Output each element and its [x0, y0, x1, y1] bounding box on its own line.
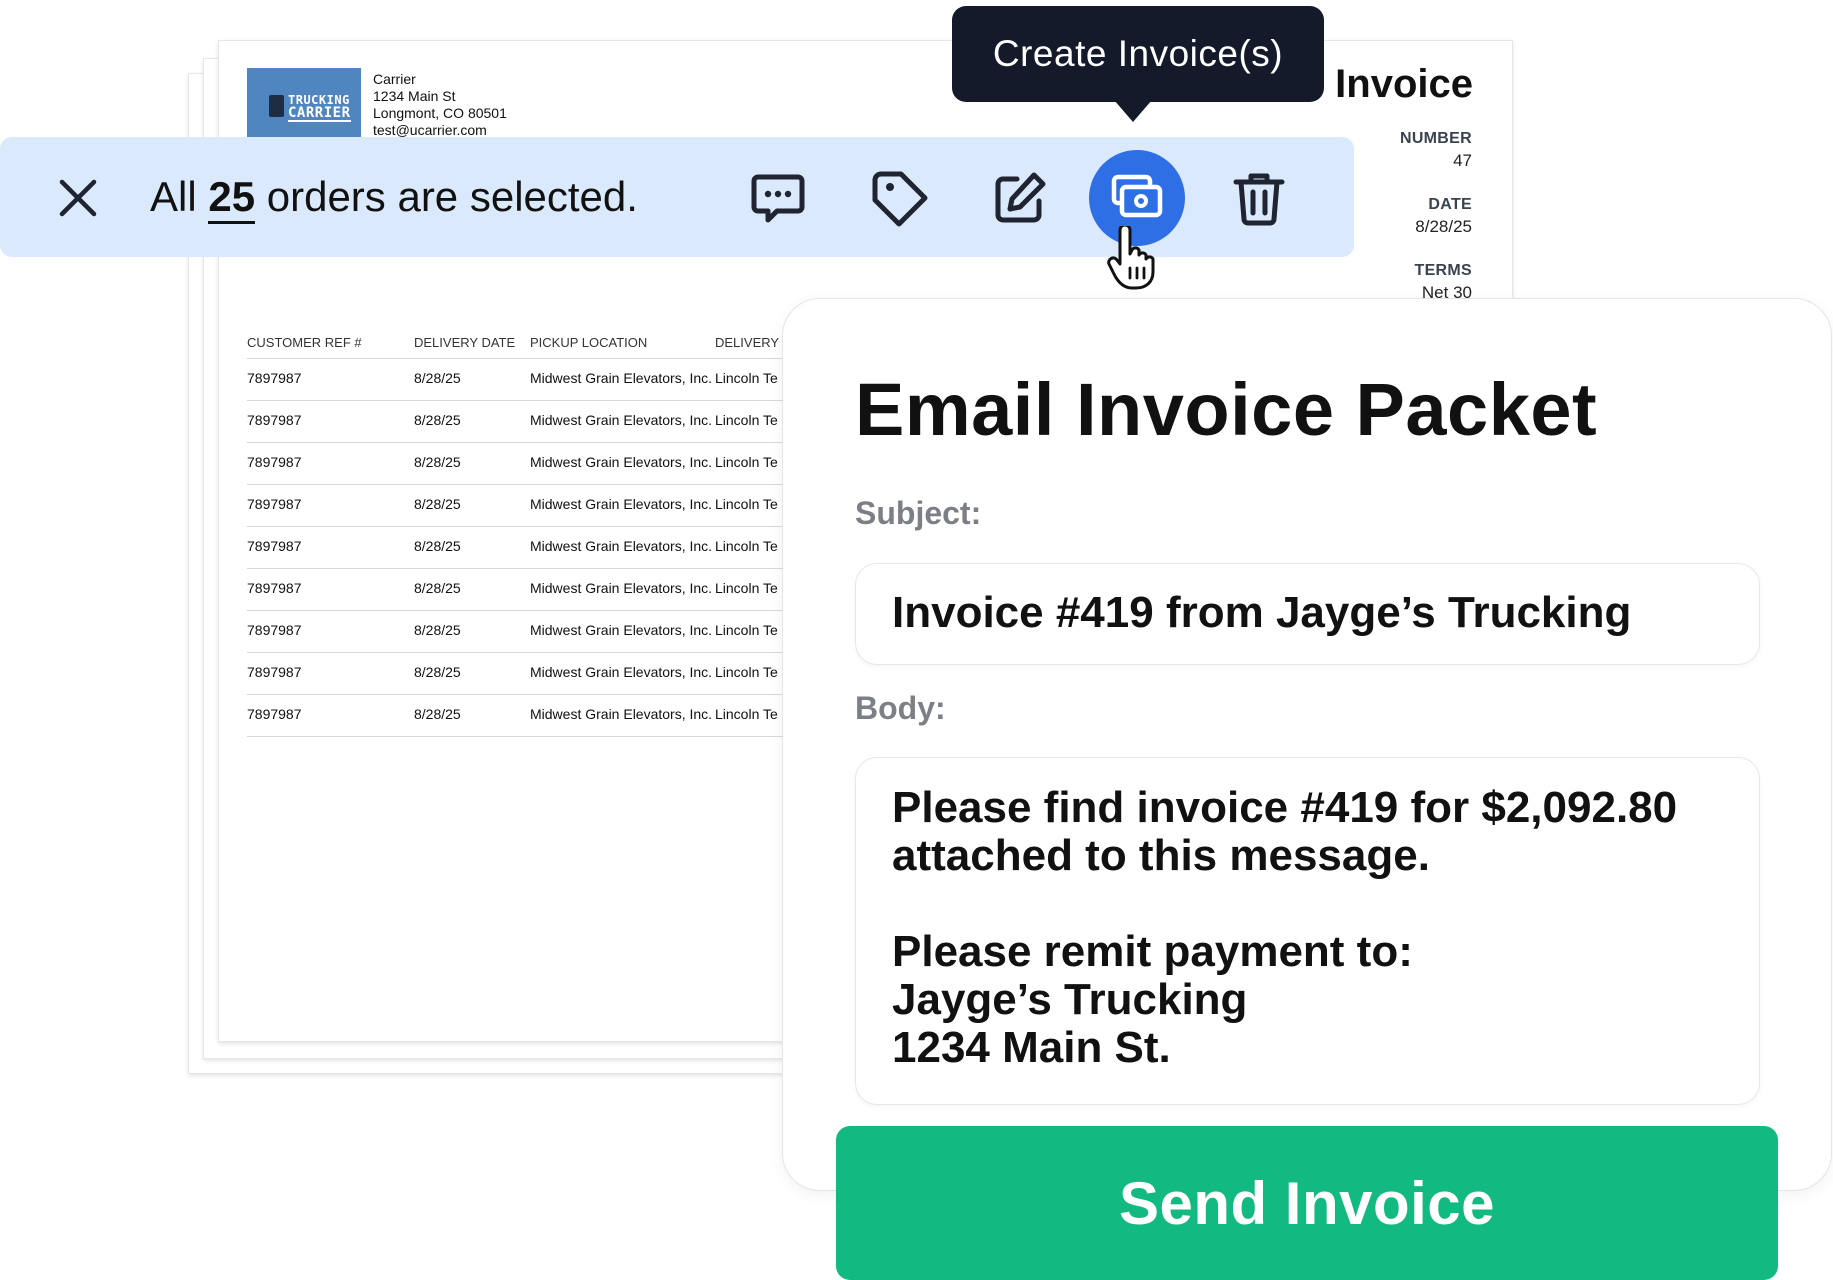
cell-customer-ref: 7897987 [247, 652, 414, 695]
invoice-date-value: 8/28/25 [1415, 217, 1472, 236]
table-row: 7897987 8/28/25 Midwest Grain Elevators, I… [247, 568, 795, 611]
cell-customer-ref: 7897987 [247, 400, 414, 443]
cell-delivery-date: 8/28/25 [414, 610, 530, 653]
cell-pickup-location: Midwest Grain Elevators, Inc. [530, 400, 715, 443]
invoice-terms: TERMS Net 30 [1415, 262, 1473, 303]
invoice-number-label: NUMBER [1399, 130, 1472, 147]
invoice-date-label: DATE [1428, 196, 1472, 213]
cell-pickup-location: Midwest Grain Elevators, Inc. [530, 526, 715, 569]
cell-delivery-date: 8/28/25 [414, 568, 530, 611]
table-row: 7897987 8/28/25 Midwest Grain Elevators, I… [247, 484, 795, 527]
cell-pickup-location: Midwest Grain Elevators, Inc. [530, 568, 715, 611]
table-row: 7897987 8/28/25 Midwest Grain Elevators, I… [247, 526, 795, 569]
body-label: Body: [855, 690, 946, 726]
col-delivery-date: DELIVERY DATE [414, 335, 530, 359]
orders-table: CUSTOMER REF # DELIVERY DATE PICKUP LOCA… [247, 335, 795, 737]
col-customer-ref: CUSTOMER REF # [247, 335, 414, 359]
invoice-number-value: 47 [1453, 151, 1472, 170]
invoice-terms-label: TERMS [1414, 262, 1472, 279]
comment-button[interactable] [749, 169, 807, 227]
cell-customer-ref: 7897987 [247, 358, 414, 401]
cell-customer-ref: 7897987 [247, 526, 414, 569]
invoice-number: NUMBER 47 [1400, 130, 1472, 171]
selection-status: All 25 orders are selected. [150, 173, 638, 224]
create-invoice-tooltip: Create Invoice(s) [952, 6, 1324, 102]
body-line: 1234 Main St. [892, 1023, 1171, 1072]
body-line: Jayge’s Trucking [892, 975, 1248, 1024]
carrier-name: Carrier [373, 71, 416, 87]
tooltip-arrow [1114, 100, 1152, 122]
email-invoice-panel: Email Invoice Packet Subject: Invoice #4… [782, 298, 1832, 1191]
cell-pickup-location: Midwest Grain Elevators, Inc. [530, 358, 715, 401]
cell-delivery-date: 8/28/25 [414, 526, 530, 569]
cell-delivery-date: 8/28/25 [414, 400, 530, 443]
body-line: Please remit payment to: [892, 927, 1413, 976]
cell-customer-ref: 7897987 [247, 610, 414, 653]
cell-delivery-date: 8/28/25 [414, 358, 530, 401]
truck-icon [269, 95, 284, 117]
body-line: Please find invoice #419 for $2,092.80 [892, 783, 1678, 832]
subject-label: Subject: [855, 495, 982, 531]
logo-text-line2: CARRIER [288, 105, 351, 122]
subject-input[interactable]: Invoice #419 from Jayge’s Trucking [855, 563, 1760, 665]
cell-customer-ref: 7897987 [247, 568, 414, 611]
cell-pickup-location: Midwest Grain Elevators, Inc. [530, 694, 715, 737]
edit-button[interactable] [991, 169, 1049, 227]
tag-icon [872, 171, 928, 227]
cell-pickup-location: Midwest Grain Elevators, Inc. [530, 652, 715, 695]
comment-icon [751, 174, 805, 223]
body-textarea[interactable]: Please find invoice #419 for $2,092.80 a… [855, 757, 1760, 1105]
cell-delivery-date: 8/28/25 [414, 694, 530, 737]
carrier-logo: TRUCKING CARRIER [247, 68, 361, 138]
table-row: 7897987 8/28/25 Midwest Grain Elevators, I… [247, 358, 795, 401]
panel-title: Email Invoice Packet [855, 368, 1598, 451]
cell-delivery-date: 8/28/25 [414, 484, 530, 527]
carrier-street: 1234 Main St [373, 88, 456, 104]
invoice-title: Invoice [1335, 62, 1473, 106]
send-invoice-button[interactable]: Send Invoice [836, 1126, 1778, 1280]
table-row: 7897987 8/28/25 Midwest Grain Elevators, I… [247, 610, 795, 653]
cell-delivery-date: 8/28/25 [414, 652, 530, 695]
delete-button[interactable] [1230, 169, 1288, 227]
cell-pickup-location: Midwest Grain Elevators, Inc. [530, 442, 715, 485]
cell-pickup-location: Midwest Grain Elevators, Inc. [530, 610, 715, 653]
cell-customer-ref: 7897987 [247, 694, 414, 737]
table-row: 7897987 8/28/25 Midwest Grain Elevators, I… [247, 400, 795, 443]
close-icon [59, 179, 97, 217]
carrier-city: Longmont, CO 80501 [373, 105, 507, 121]
cell-customer-ref: 7897987 [247, 484, 414, 527]
invoice-date: DATE 8/28/25 [1415, 196, 1472, 237]
table-row: 7897987 8/28/25 Midwest Grain Elevators, I… [247, 652, 795, 695]
carrier-address: Carrier 1234 Main St Longmont, CO 80501 … [373, 71, 507, 139]
table-row: 7897987 8/28/25 Midwest Grain Elevators, I… [247, 694, 795, 737]
selection-count[interactable]: 25 [208, 173, 256, 224]
table-row: 7897987 8/28/25 Midwest Grain Elevators, I… [247, 442, 795, 485]
cell-delivery-date: 8/28/25 [414, 442, 530, 485]
body-line: attached to this message. [892, 831, 1430, 880]
create-invoice-icon [1111, 174, 1163, 218]
tag-button[interactable] [870, 169, 928, 227]
pointer-hand-icon [1107, 226, 1155, 290]
cell-pickup-location: Midwest Grain Elevators, Inc. [530, 484, 715, 527]
edit-icon [995, 172, 1046, 223]
selection-text-before: All [150, 173, 197, 220]
col-pickup-location: PICKUP LOCATION [530, 335, 715, 359]
close-selection-button[interactable] [54, 174, 102, 222]
table-header-row: CUSTOMER REF # DELIVERY DATE PICKUP LOCA… [247, 335, 795, 359]
cell-customer-ref: 7897987 [247, 442, 414, 485]
selection-text-after: orders are selected. [266, 173, 638, 220]
trash-icon [1233, 173, 1285, 226]
